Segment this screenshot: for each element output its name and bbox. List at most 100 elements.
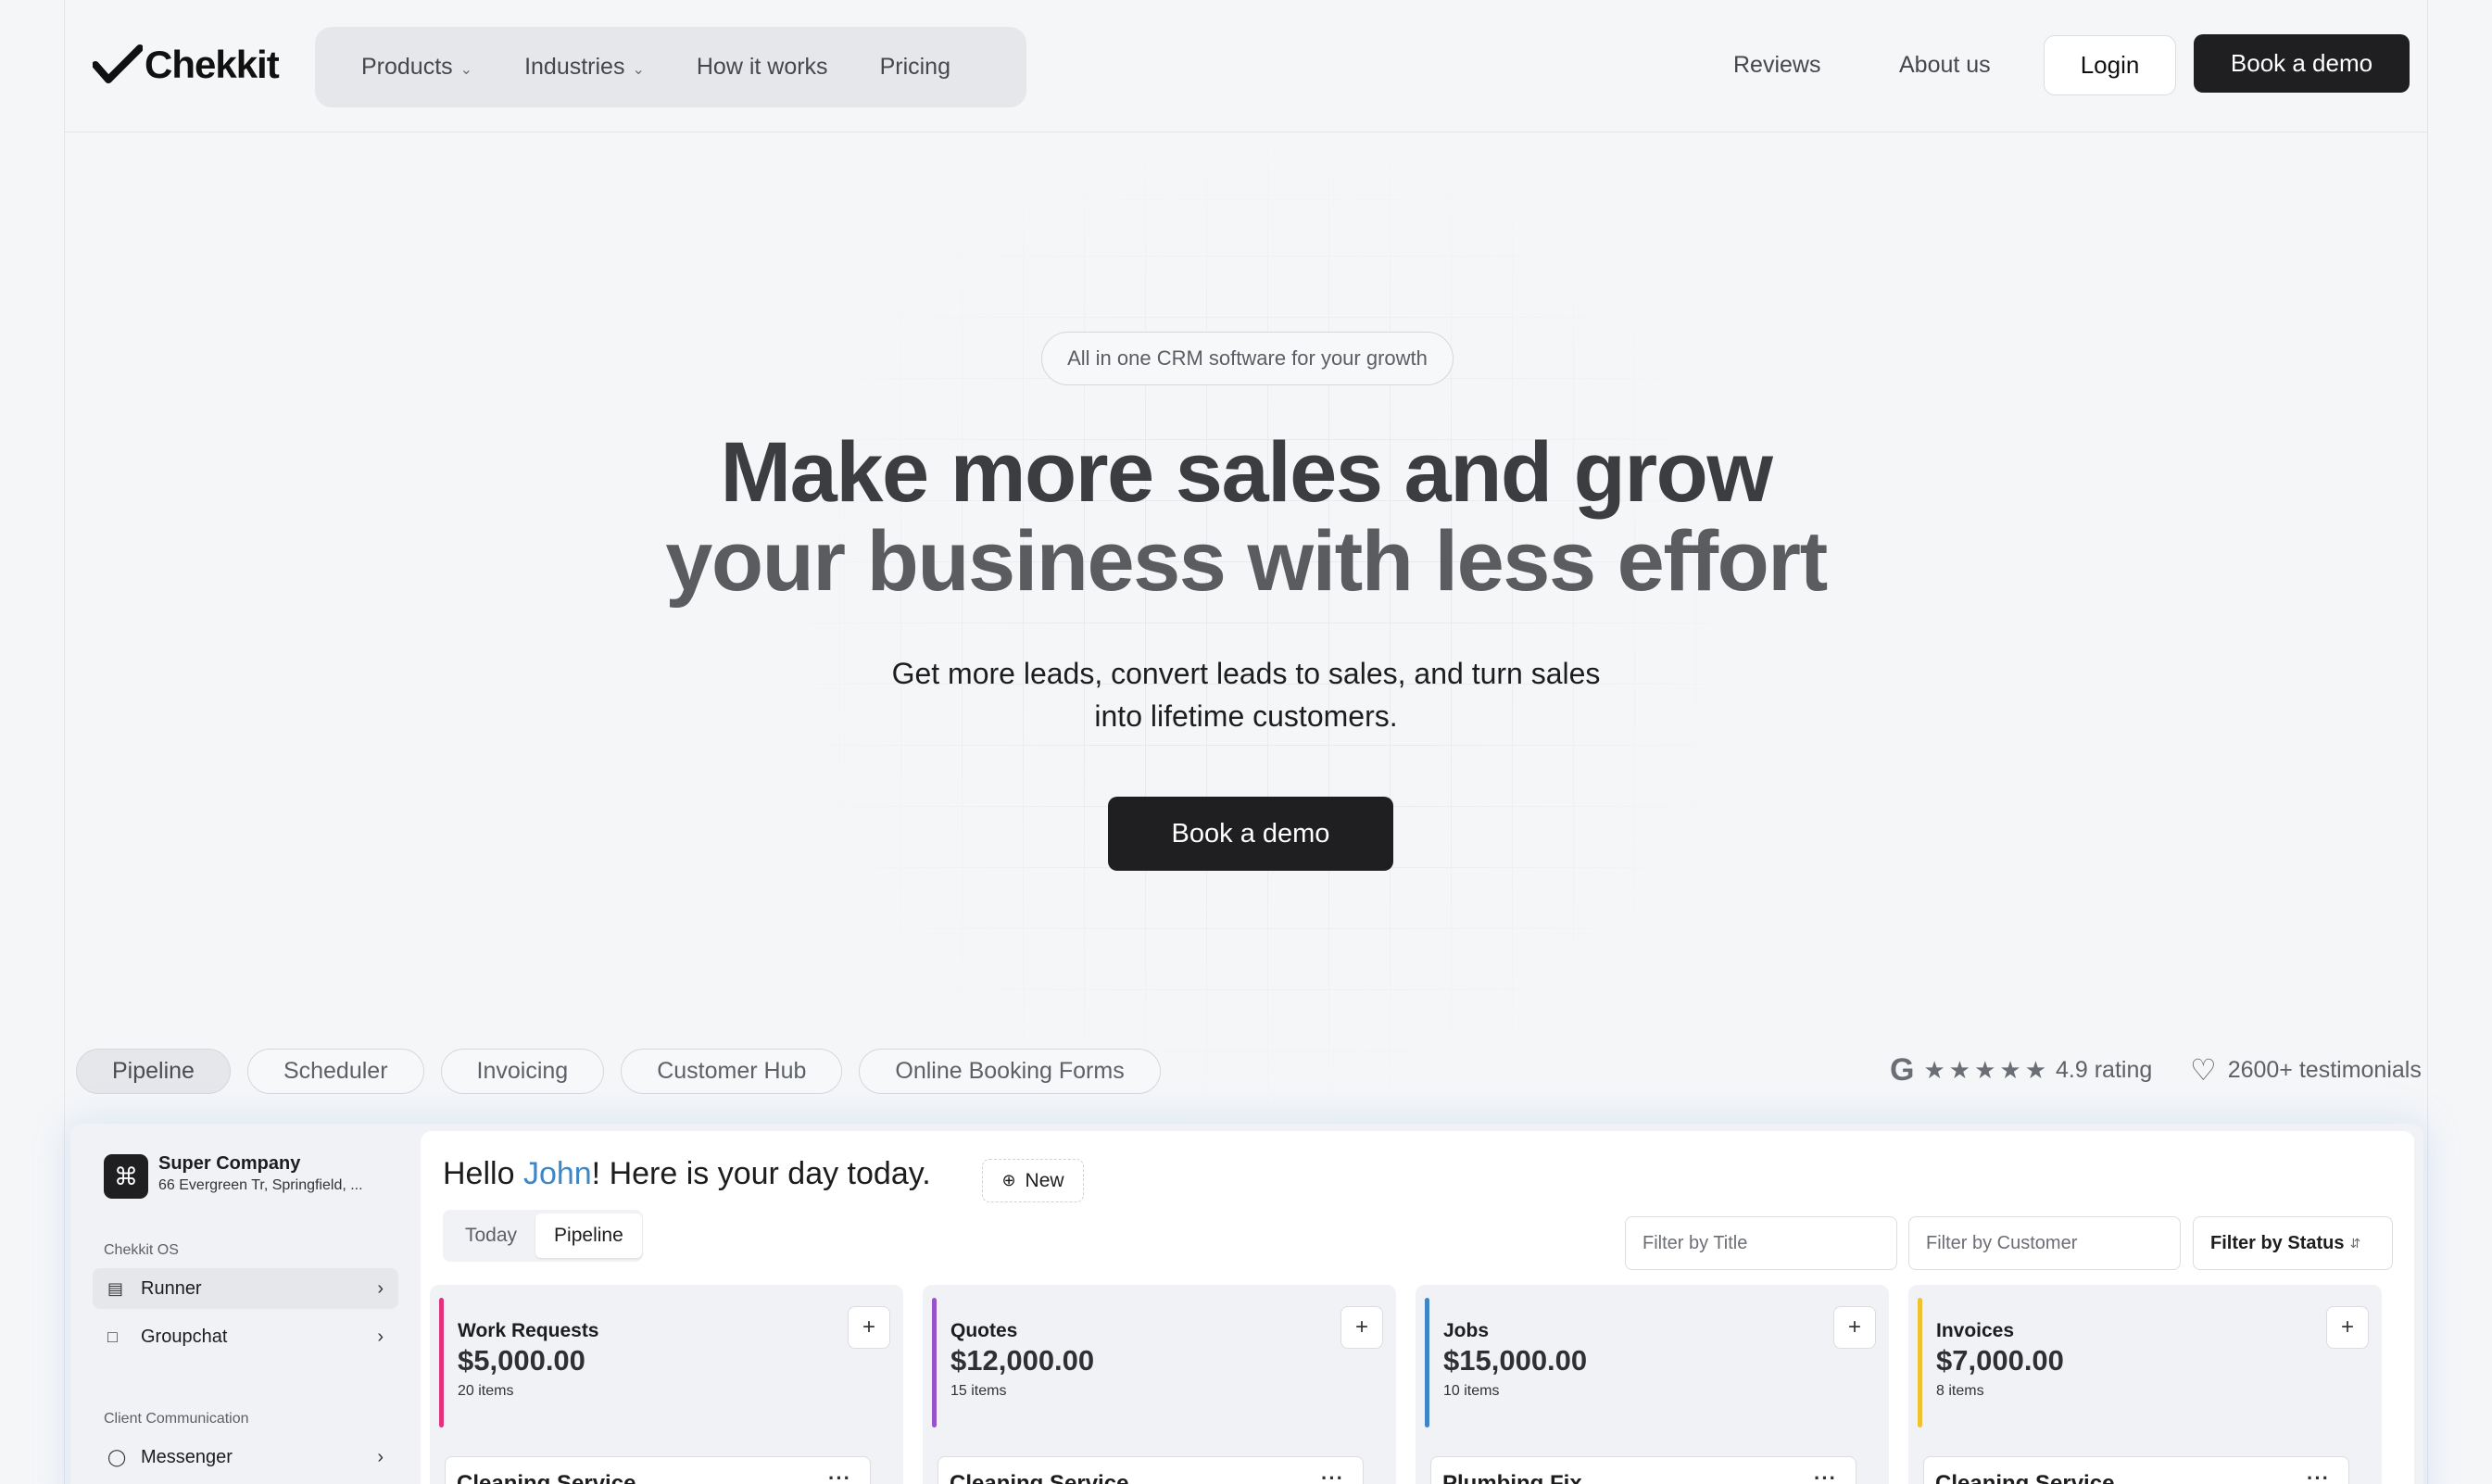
filter-customer-input[interactable]: Filter by Customer <box>1908 1216 2181 1270</box>
app-sidebar: ⌘ Super Company 66 Evergreen Tr, Springf… <box>70 1124 416 1484</box>
column-count: 10 items <box>1443 1383 1500 1399</box>
headline-line-2: your business with less effort <box>665 514 1828 609</box>
check-icon <box>93 44 143 83</box>
segment-pipeline[interactable]: Pipeline <box>535 1214 642 1258</box>
column-count: 20 items <box>458 1383 514 1399</box>
tab-invoicing[interactable]: Invoicing <box>440 1049 605 1094</box>
star-icon: ★ <box>2024 1056 2047 1084</box>
add-item-button[interactable]: + <box>848 1306 890 1349</box>
company-address: 66 Evergreen Tr, Springfield, ... <box>158 1177 363 1193</box>
star-icon: ★ <box>1948 1056 1971 1084</box>
view-segmented-control: Today Pipeline <box>443 1210 643 1262</box>
column-amount: $12,000.00 <box>950 1344 1095 1377</box>
nav-how-it-works-label: How it works <box>696 54 828 80</box>
rating-stars: ★ ★ ★ ★ ★ <box>1923 1056 2046 1085</box>
testimonials-count: ♡ 2600+ testimonials <box>2190 1052 2422 1088</box>
right-rail <box>2427 0 2428 1484</box>
more-icon[interactable]: ··· <box>2307 1466 2330 1484</box>
column-count: 8 items <box>1936 1383 1984 1399</box>
column-accent-bar <box>1425 1298 1429 1427</box>
site-header: Chekkit Products ⌄ Industries ⌄ How it w… <box>65 0 2427 132</box>
pipeline-card[interactable]: Cleaning Service ··· <box>938 1456 1364 1484</box>
chevron-down-icon: ⌄ <box>459 61 473 78</box>
headline-line-1: Make more sales and grow <box>720 425 1773 520</box>
sidebar-item-label: Messenger <box>141 1446 233 1467</box>
more-icon[interactable]: ··· <box>1321 1466 1344 1484</box>
column-accent-bar <box>932 1298 937 1427</box>
sidebar-item-messenger[interactable]: ◯ Messenger › <box>93 1437 398 1478</box>
pipeline-column-jobs: Jobs $15,000.00 10 items + Plumbing Fix … <box>1416 1285 1889 1484</box>
hero-headline: Make more sales and grow your business w… <box>556 428 1936 606</box>
add-item-button[interactable]: + <box>1833 1306 1876 1349</box>
pipeline-card[interactable]: Cleaning Service ··· <box>445 1456 871 1484</box>
card-title: Cleaning Service <box>457 1471 636 1484</box>
nav-industries[interactable]: Industries ⌄ <box>524 54 645 81</box>
sidebar-item-label: Runner <box>141 1277 202 1299</box>
hero-badge: All in one CRM software for your growth <box>1041 332 1454 385</box>
column-title: Work Requests <box>458 1320 599 1341</box>
chevron-right-icon: › <box>377 1446 384 1467</box>
column-amount: $7,000.00 <box>1936 1344 2064 1377</box>
pipeline-column-quotes: Quotes $12,000.00 15 items + Cleaning Se… <box>923 1285 1396 1484</box>
sidebar-item-groupchat[interactable]: □ Groupchat › <box>93 1316 398 1357</box>
more-icon[interactable]: ··· <box>1814 1466 1837 1484</box>
hero-grid-background <box>778 133 1742 1115</box>
star-icon: ★ <box>1974 1056 1996 1084</box>
greeting-suffix: ! Here is your day today. <box>591 1156 931 1191</box>
login-button[interactable]: Login <box>2044 35 2176 95</box>
nav-pricing[interactable]: Pricing <box>880 54 950 81</box>
about-us-link[interactable]: About us <box>1899 52 1991 79</box>
command-icon: ⌘ <box>104 1154 148 1199</box>
nav-products[interactable]: Products ⌄ <box>361 54 472 81</box>
filter-title-input[interactable]: Filter by Title <box>1625 1216 1897 1270</box>
add-item-button[interactable]: + <box>1340 1306 1383 1349</box>
column-amount: $5,000.00 <box>458 1344 585 1377</box>
google-icon: G <box>1890 1052 1915 1088</box>
tab-scheduler[interactable]: Scheduler <box>246 1049 424 1094</box>
app-main: Hello John! Here is your day today. ⊕ Ne… <box>421 1131 2414 1484</box>
card-title: Cleaning Service <box>950 1471 1129 1484</box>
reviews-link[interactable]: Reviews <box>1733 52 1820 79</box>
chevron-right-icon: › <box>377 1277 384 1299</box>
sidebar-item-runner[interactable]: ▤ Runner › <box>93 1268 398 1309</box>
up-down-chevron-icon: ⇵ <box>2349 1235 2361 1251</box>
pipeline-column-work-requests: Work Requests $5,000.00 20 items + Clean… <box>430 1285 903 1484</box>
chevron-down-icon: ⌄ <box>632 61 645 78</box>
card-title: Plumbing Fix <box>1442 1471 1582 1484</box>
tab-pipeline[interactable]: Pipeline <box>76 1049 231 1094</box>
column-title: Quotes <box>950 1320 1018 1341</box>
left-rail <box>64 0 65 1484</box>
filter-status-label: Filter by Status <box>2210 1232 2345 1253</box>
more-icon[interactable]: ··· <box>828 1466 851 1484</box>
segment-today[interactable]: Today <box>447 1214 535 1258</box>
company-name: Super Company <box>158 1153 301 1174</box>
nav-how-it-works[interactable]: How it works <box>697 54 828 81</box>
nav-products-label: Products <box>361 54 453 80</box>
chat-icon: □ <box>107 1327 118 1346</box>
add-item-button[interactable]: + <box>2326 1306 2369 1349</box>
tab-online-booking-forms[interactable]: Online Booking Forms <box>859 1049 1161 1094</box>
greeting-name: John <box>522 1156 592 1191</box>
page: Chekkit Products ⌄ Industries ⌄ How it w… <box>0 0 2492 1484</box>
pipeline-card[interactable]: Cleaning Service ··· <box>1923 1456 2349 1484</box>
sidebar-section-os: Chekkit OS <box>104 1242 179 1258</box>
nav-pricing-label: Pricing <box>879 54 950 80</box>
logo[interactable]: Chekkit <box>93 43 280 87</box>
book-demo-button-header[interactable]: Book a demo <box>2194 34 2410 93</box>
book-demo-button-hero[interactable]: Book a demo <box>1108 797 1393 871</box>
runner-icon: ▤ <box>107 1278 124 1298</box>
column-amount: $15,000.00 <box>1443 1344 1588 1377</box>
hero-subline: Get more leads, convert leads to sales, … <box>891 657 1601 733</box>
filter-status-select[interactable]: Filter by Status ⇵ <box>2193 1216 2393 1270</box>
product-tabs: Pipeline Scheduler Invoicing Customer Hu… <box>76 1049 1161 1094</box>
pipeline-column-invoices: Invoices $7,000.00 8 items + Cleaning Se… <box>1908 1285 2382 1484</box>
nav-industries-label: Industries <box>524 54 625 80</box>
logo-text: Chekkit <box>145 43 280 86</box>
pipeline-card[interactable]: Plumbing Fix ··· <box>1430 1456 1856 1484</box>
chevron-right-icon: › <box>377 1326 384 1347</box>
sidebar-section-client-communication: Client Communication <box>104 1411 249 1427</box>
new-button[interactable]: ⊕ New <box>982 1159 1084 1202</box>
column-count: 15 items <box>950 1383 1007 1399</box>
tab-customer-hub[interactable]: Customer Hub <box>621 1049 843 1094</box>
star-icon: ★ <box>1923 1056 1945 1084</box>
